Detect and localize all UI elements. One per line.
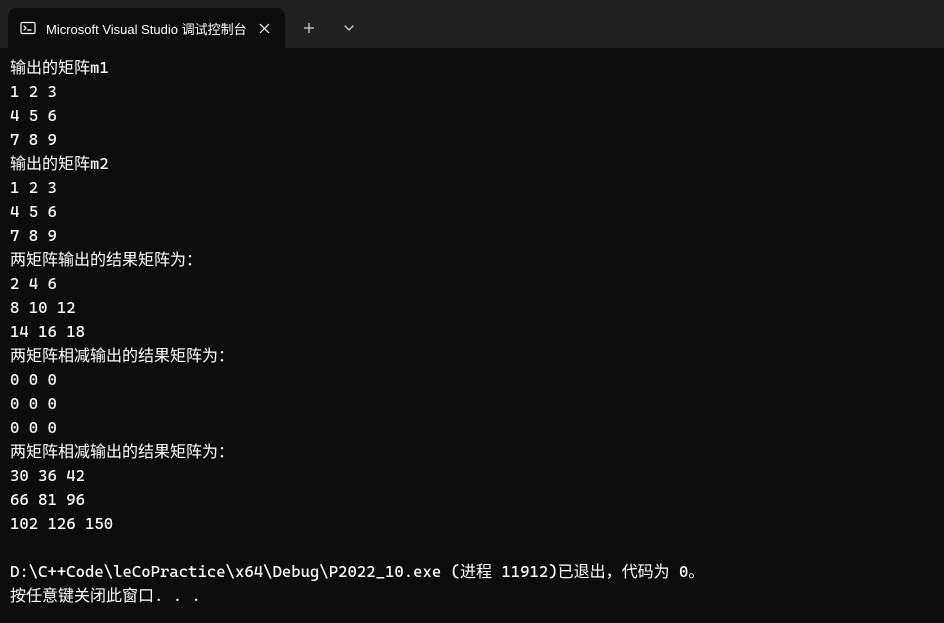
tab-title: Microsoft Visual Studio 调试控制台 — [46, 19, 247, 38]
blank-line — [10, 536, 934, 560]
terminal-tab[interactable]: Microsoft Visual Studio 调试控制台 — [8, 8, 285, 48]
exit-message: D:\C++Code\leCoPractice\x64\Debug\P2022_… — [10, 560, 934, 584]
output-line: 30 36 42 — [10, 464, 934, 488]
output-line: 102 126 150 — [10, 512, 934, 536]
terminal-icon — [20, 20, 36, 36]
output-line: 两矩阵相减输出的结果矩阵为： — [10, 440, 934, 464]
output-line: 两矩阵相减输出的结果矩阵为： — [10, 344, 934, 368]
output-line: 14 16 18 — [10, 320, 934, 344]
close-icon[interactable] — [257, 20, 273, 36]
output-line: 66 81 96 — [10, 488, 934, 512]
output-line: 7 8 9 — [10, 224, 934, 248]
output-line: 2 4 6 — [10, 272, 934, 296]
prompt-message: 按任意键关闭此窗口. . . — [10, 584, 934, 608]
output-line: 8 10 12 — [10, 296, 934, 320]
output-line: 输出的矩阵m1 — [10, 56, 934, 80]
tab-dropdown-button[interactable] — [329, 8, 369, 48]
titlebar: Microsoft Visual Studio 调试控制台 — [0, 0, 944, 48]
output-line: 1 2 3 — [10, 176, 934, 200]
terminal-output[interactable]: 输出的矩阵m11 2 34 5 67 8 9输出的矩阵m21 2 34 5 67… — [0, 48, 944, 616]
output-line: 两矩阵输出的结果矩阵为： — [10, 248, 934, 272]
output-line: 0 0 0 — [10, 416, 934, 440]
output-line: 输出的矩阵m2 — [10, 152, 934, 176]
output-line: 4 5 6 — [10, 200, 934, 224]
output-line: 0 0 0 — [10, 368, 934, 392]
tab-actions — [289, 8, 369, 48]
output-line: 0 0 0 — [10, 392, 934, 416]
output-line: 7 8 9 — [10, 128, 934, 152]
output-line: 4 5 6 — [10, 104, 934, 128]
output-line: 1 2 3 — [10, 80, 934, 104]
new-tab-button[interactable] — [289, 8, 329, 48]
